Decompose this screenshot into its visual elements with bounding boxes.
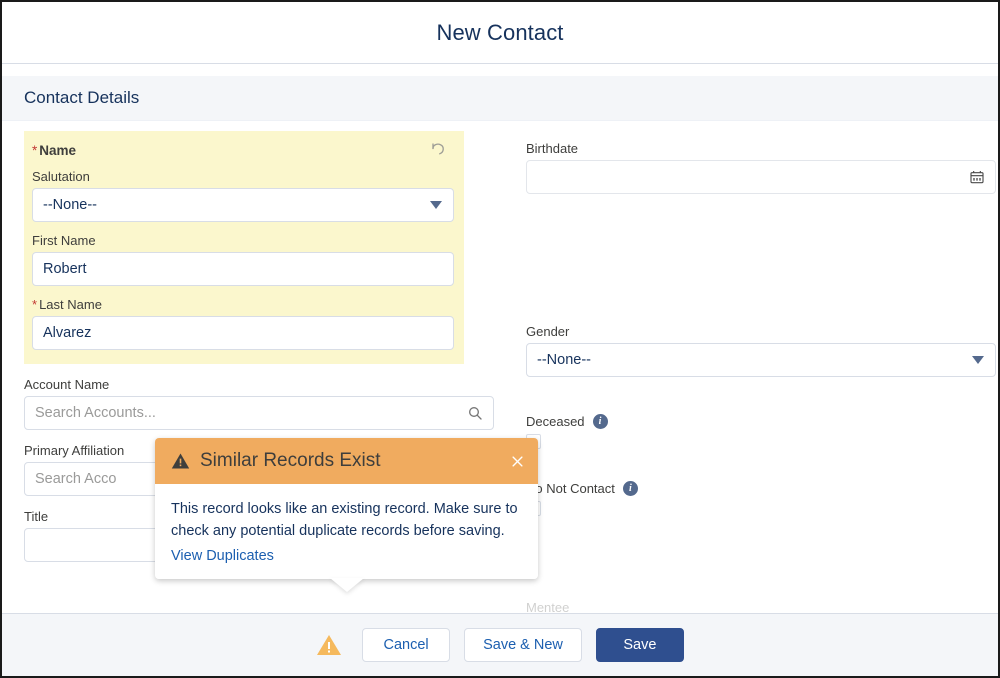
form-column-right: Birthdate Gender --None-- Deceased i Do …: [526, 131, 996, 573]
modal-header: New Contact: [2, 2, 998, 64]
similar-records-popover: Similar Records Exist This record looks …: [155, 438, 538, 592]
field-birthdate: Birthdate: [526, 141, 996, 194]
salutation-value: --None--: [43, 197, 97, 213]
salutation-select[interactable]: --None--: [32, 188, 454, 222]
new-contact-modal: New Contact Contact Details * Name Salut…: [0, 0, 1000, 678]
field-last-name: * Last Name Alvarez: [32, 297, 454, 350]
first-name-value: Robert: [43, 261, 87, 277]
gender-value: --None--: [537, 352, 591, 368]
do-not-contact-label: Do Not Contact: [526, 481, 615, 496]
popover-header: Similar Records Exist: [155, 438, 538, 484]
name-compound-field: * Name Salutation --None-- First Name Ro…: [24, 131, 464, 364]
account-name-label: Account Name: [24, 377, 110, 392]
birthdate-input[interactable]: [526, 160, 996, 194]
page-title: New Contact: [436, 19, 564, 45]
field-gender: Gender --None--: [526, 324, 996, 377]
popover-nub: [330, 577, 364, 592]
popover-message: This record looks like an existing recor…: [171, 501, 518, 540]
calendar-icon[interactable]: [969, 169, 985, 185]
close-icon[interactable]: [508, 452, 526, 470]
last-name-value: Alvarez: [43, 325, 92, 341]
required-marker: *: [32, 142, 38, 158]
popover-body: This record looks like an existing recor…: [155, 484, 538, 579]
search-icon: [467, 405, 483, 421]
section-header-contact-details: Contact Details: [2, 76, 998, 121]
save-button[interactable]: Save: [595, 628, 684, 662]
popover-title: Similar Records Exist: [200, 450, 381, 471]
birthdate-label: Birthdate: [526, 141, 579, 156]
view-duplicates-link[interactable]: View Duplicates: [171, 548, 274, 564]
section-title: Contact Details: [24, 88, 140, 107]
cancel-button[interactable]: Cancel: [362, 628, 451, 662]
required-marker-last-name: *: [32, 297, 38, 312]
save-and-new-button[interactable]: Save & New: [464, 628, 582, 662]
field-salutation: Salutation --None--: [32, 169, 454, 222]
field-do-not-contact: Do Not Contact i: [526, 481, 996, 516]
salutation-label: Salutation: [32, 169, 90, 184]
info-icon[interactable]: i: [592, 414, 608, 429]
last-name-input[interactable]: Alvarez: [32, 316, 454, 350]
undo-icon[interactable]: [430, 141, 448, 159]
chevron-down-icon: [972, 356, 984, 364]
info-icon[interactable]: i: [622, 481, 638, 496]
gender-label: Gender: [526, 324, 570, 339]
deceased-label-row: Deceased i: [526, 414, 996, 429]
last-name-label: * Last Name: [32, 297, 102, 312]
account-name-input[interactable]: Search Accounts...: [24, 396, 494, 430]
first-name-input[interactable]: Robert: [32, 252, 454, 286]
field-account-name: Account Name Search Accounts...: [24, 377, 494, 430]
name-label: * Name: [32, 142, 77, 158]
gender-select[interactable]: --None--: [526, 343, 996, 377]
account-name-placeholder: Search Accounts...: [35, 405, 156, 421]
first-name-label: First Name: [32, 233, 96, 248]
deceased-label: Deceased: [526, 414, 585, 429]
modal-footer: Cancel Save & New Save: [2, 613, 998, 676]
chevron-down-icon: [430, 201, 442, 209]
warning-triangle-icon[interactable]: [316, 633, 342, 657]
field-first-name: First Name Robert: [32, 233, 454, 286]
name-header: * Name: [32, 141, 454, 159]
field-deceased: Deceased i: [526, 414, 996, 449]
primary-affiliation-placeholder: Search Acco: [35, 471, 117, 487]
warning-triangle-icon: [171, 452, 190, 470]
do-not-contact-label-row: Do Not Contact i: [526, 481, 996, 496]
